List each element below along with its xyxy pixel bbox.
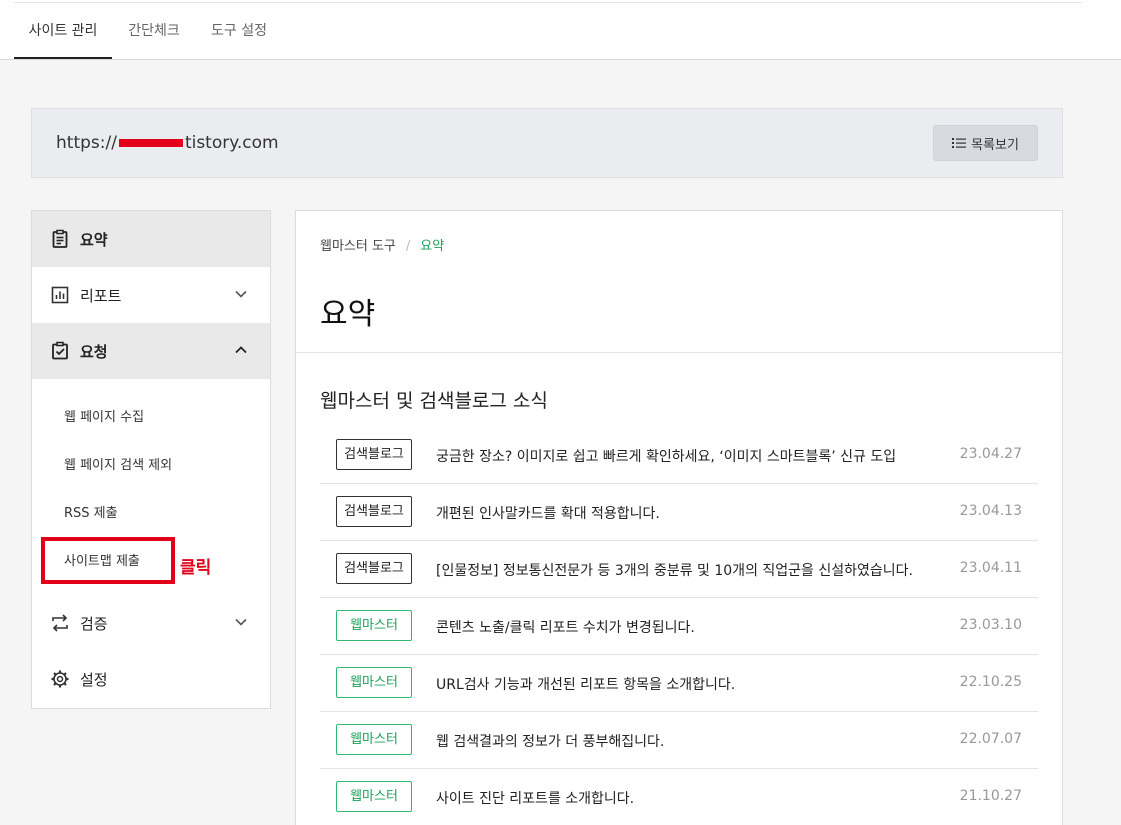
site-url-suffix: tistory.com (184, 133, 279, 153)
bar-chart-icon (51, 286, 69, 304)
sidebar-label-verify: 검증 (80, 614, 108, 633)
site-url-prefix: https:// (56, 133, 117, 153)
sidebar-item-report[interactable]: 리포트 (32, 267, 270, 323)
site-url: https:// tistory.com (56, 133, 279, 153)
annotation-highlight-box (41, 537, 175, 584)
news-title[interactable]: 개편된 인사말카드를 확대 적용합니다. (436, 503, 660, 523)
news-title[interactable]: URL검사 기능과 개선된 리포트 항목을 소개합니다. (436, 674, 735, 694)
sidebar-label-settings: 설정 (80, 670, 108, 689)
news-date: 23.03.10 (959, 617, 1022, 633)
news-title[interactable]: 궁금한 장소? 이미지로 쉽고 빠르게 확인하세요, ‘이미지 스마트블록’ 신… (436, 446, 896, 466)
news-date: 23.04.13 (959, 503, 1022, 519)
category-badge: 검색블로그 (336, 553, 412, 584)
swap-arrows-icon (52, 614, 68, 632)
sidebar-label-report: 리포트 (80, 286, 122, 305)
news-date: 23.04.11 (959, 560, 1022, 576)
news-title[interactable]: [인물정보] 정보통신전문가 등 3개의 중분류 및 10개의 직업군을 신설하… (436, 560, 913, 580)
news-title[interactable]: 콘텐츠 노출/클릭 리포트 수치가 변경됩니다. (436, 617, 695, 637)
sub-item-rss-submit[interactable]: RSS 제출 (64, 502, 118, 521)
breadcrumb-separator: / (405, 239, 411, 254)
site-url-bar: https:// tistory.com 목록보기 (31, 108, 1063, 178)
news-row[interactable]: 웹마스터 콘텐츠 노출/클릭 리포트 수치가 변경됩니다. 23.03.10 (320, 598, 1038, 655)
list-view-label: 목록보기 (971, 137, 1019, 153)
tab-quick-check[interactable]: 간단체크 (113, 0, 195, 59)
sub-item-web-page-exclude[interactable]: 웹 페이지 검색 제외 (64, 454, 172, 473)
news-title[interactable]: 웹 검색결과의 정보가 더 풍부해집니다. (436, 731, 664, 751)
news-date: 22.07.07 (959, 731, 1022, 747)
sidebar-item-summary[interactable]: 요약 (32, 211, 270, 267)
redaction-mark (118, 139, 183, 147)
clipboard-icon (52, 229, 68, 248)
tab-tool-settings[interactable]: 도구 설정 (197, 0, 281, 59)
category-badge: 웹마스터 (336, 781, 412, 812)
breadcrumb-current: 요약 (420, 239, 445, 254)
news-row[interactable]: 검색블로그 궁금한 장소? 이미지로 쉽고 빠르게 확인하세요, ‘이미지 스마… (320, 427, 1038, 484)
sidebar-label-summary: 요약 (80, 230, 108, 249)
news-row[interactable]: 웹마스터 URL검사 기능과 개선된 리포트 항목을 소개합니다. 22.10.… (320, 655, 1038, 712)
chevron-down-icon (235, 618, 247, 626)
news-date: 22.10.25 (959, 674, 1022, 690)
news-row[interactable]: 검색블로그 [인물정보] 정보통신전문가 등 3개의 중분류 및 10개의 직업… (320, 541, 1038, 598)
page-title: 요약 (320, 297, 376, 332)
category-badge: 웹마스터 (336, 724, 412, 755)
breadcrumb: 웹마스터 도구 / 요약 (320, 235, 444, 254)
sidebar-label-request: 요청 (80, 342, 108, 361)
tab-site-management[interactable]: 사이트 관리 (14, 0, 112, 59)
list-view-button[interactable]: 목록보기 (933, 125, 1038, 161)
gear-icon (51, 670, 69, 688)
breadcrumb-root[interactable]: 웹마스터 도구 (320, 239, 396, 254)
news-row[interactable]: 웹마스터 웹 검색결과의 정보가 더 풍부해집니다. 22.07.07 (320, 712, 1038, 769)
sub-item-web-page-collect[interactable]: 웹 페이지 수집 (64, 406, 144, 425)
title-divider (296, 352, 1062, 353)
news-date: 23.04.27 (959, 446, 1022, 462)
news-row[interactable]: 검색블로그 개편된 인사말카드를 확대 적용합니다. 23.04.13 (320, 484, 1038, 541)
top-tab-bar: 사이트 관리 간단체크 도구 설정 (0, 0, 1121, 60)
news-date: 21.10.27 (959, 788, 1022, 804)
category-badge: 웹마스터 (336, 667, 412, 698)
news-title[interactable]: 사이트 진단 리포트를 소개합니다. (436, 788, 634, 808)
annotation-click-label: 클릭 (180, 558, 212, 578)
news-section-title: 웹마스터 및 검색블로그 소식 (320, 390, 548, 412)
clipboard-check-icon (52, 341, 68, 360)
category-badge: 웹마스터 (336, 610, 412, 641)
sidebar-item-request[interactable]: 요청 (32, 323, 270, 379)
category-badge: 검색블로그 (336, 439, 412, 470)
sidebar: 요약 리포트 요청 웹 페이지 수집 웹 페이지 검색 제외 RSS 제출 사이… (31, 210, 271, 709)
chevron-up-icon (235, 346, 247, 354)
sidebar-item-verify[interactable]: 검증 (32, 595, 270, 651)
list-icon (952, 138, 967, 148)
main-panel: 웹마스터 도구 / 요약 요약 웹마스터 및 검색블로그 소식 검색블로그 궁금한 … (295, 210, 1063, 825)
chevron-down-icon (235, 290, 247, 298)
sidebar-item-settings[interactable]: 설정 (32, 651, 270, 707)
category-badge: 검색블로그 (336, 496, 412, 527)
news-row[interactable]: 웹마스터 사이트 진단 리포트를 소개합니다. 21.10.27 (320, 769, 1038, 825)
